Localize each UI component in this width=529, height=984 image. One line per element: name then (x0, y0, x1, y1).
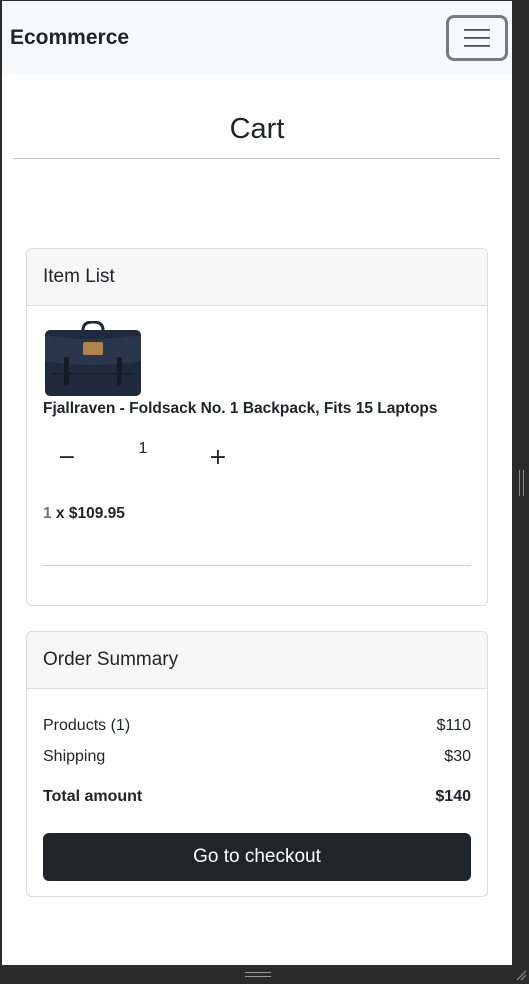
item-list-header: Item List (27, 249, 487, 306)
page-title: Cart (229, 113, 285, 145)
total-row: Total amount $140 (43, 788, 471, 806)
line-quantity: 1 (43, 505, 52, 522)
products-label: Products (1) (43, 717, 131, 734)
horizontal-resize-handle[interactable] (245, 972, 271, 977)
total-value: $140 (435, 788, 471, 805)
line-price: x $109.95 (51, 505, 125, 522)
vertical-resize-handle[interactable] (519, 470, 524, 496)
title-divider (14, 158, 500, 159)
brand-logo-text[interactable]: Ecommerce (10, 26, 129, 50)
shipping-value: $30 (444, 748, 471, 765)
order-summary-header: Order Summary (27, 632, 487, 689)
line-total: 1 x $109.95 (43, 505, 125, 523)
item-list-card: Item List Fjallraven - Foldsack No. 1 Ba… (26, 248, 488, 606)
browser-viewport: Ecommerce Cart Item List Fjallraven - Fo… (2, 1, 512, 965)
quantity-value: 1 (138, 440, 148, 457)
products-value: $110 (436, 717, 471, 734)
decrease-quantity-button[interactable]: − (52, 445, 82, 470)
hamburger-menu-icon (464, 29, 490, 47)
navbar: Ecommerce (2, 1, 512, 75)
total-label: Total amount (43, 788, 143, 805)
navbar-toggler-button[interactable] (446, 15, 508, 61)
increase-quantity-button[interactable]: + (203, 445, 233, 470)
corner-resize-grip-icon[interactable] (515, 969, 527, 981)
go-to-checkout-button[interactable]: Go to checkout (43, 833, 471, 881)
product-name[interactable]: Fjallraven - Foldsack No. 1 Backpack, Fi… (43, 400, 438, 418)
item-divider (43, 565, 471, 566)
products-row: Products (1) $110 (43, 717, 471, 735)
shipping-label: Shipping (43, 748, 106, 765)
product-image (45, 321, 141, 396)
order-summary-card: Order Summary Products (1) $110 Shipping… (26, 631, 488, 897)
shipping-row: Shipping $30 (43, 748, 471, 766)
